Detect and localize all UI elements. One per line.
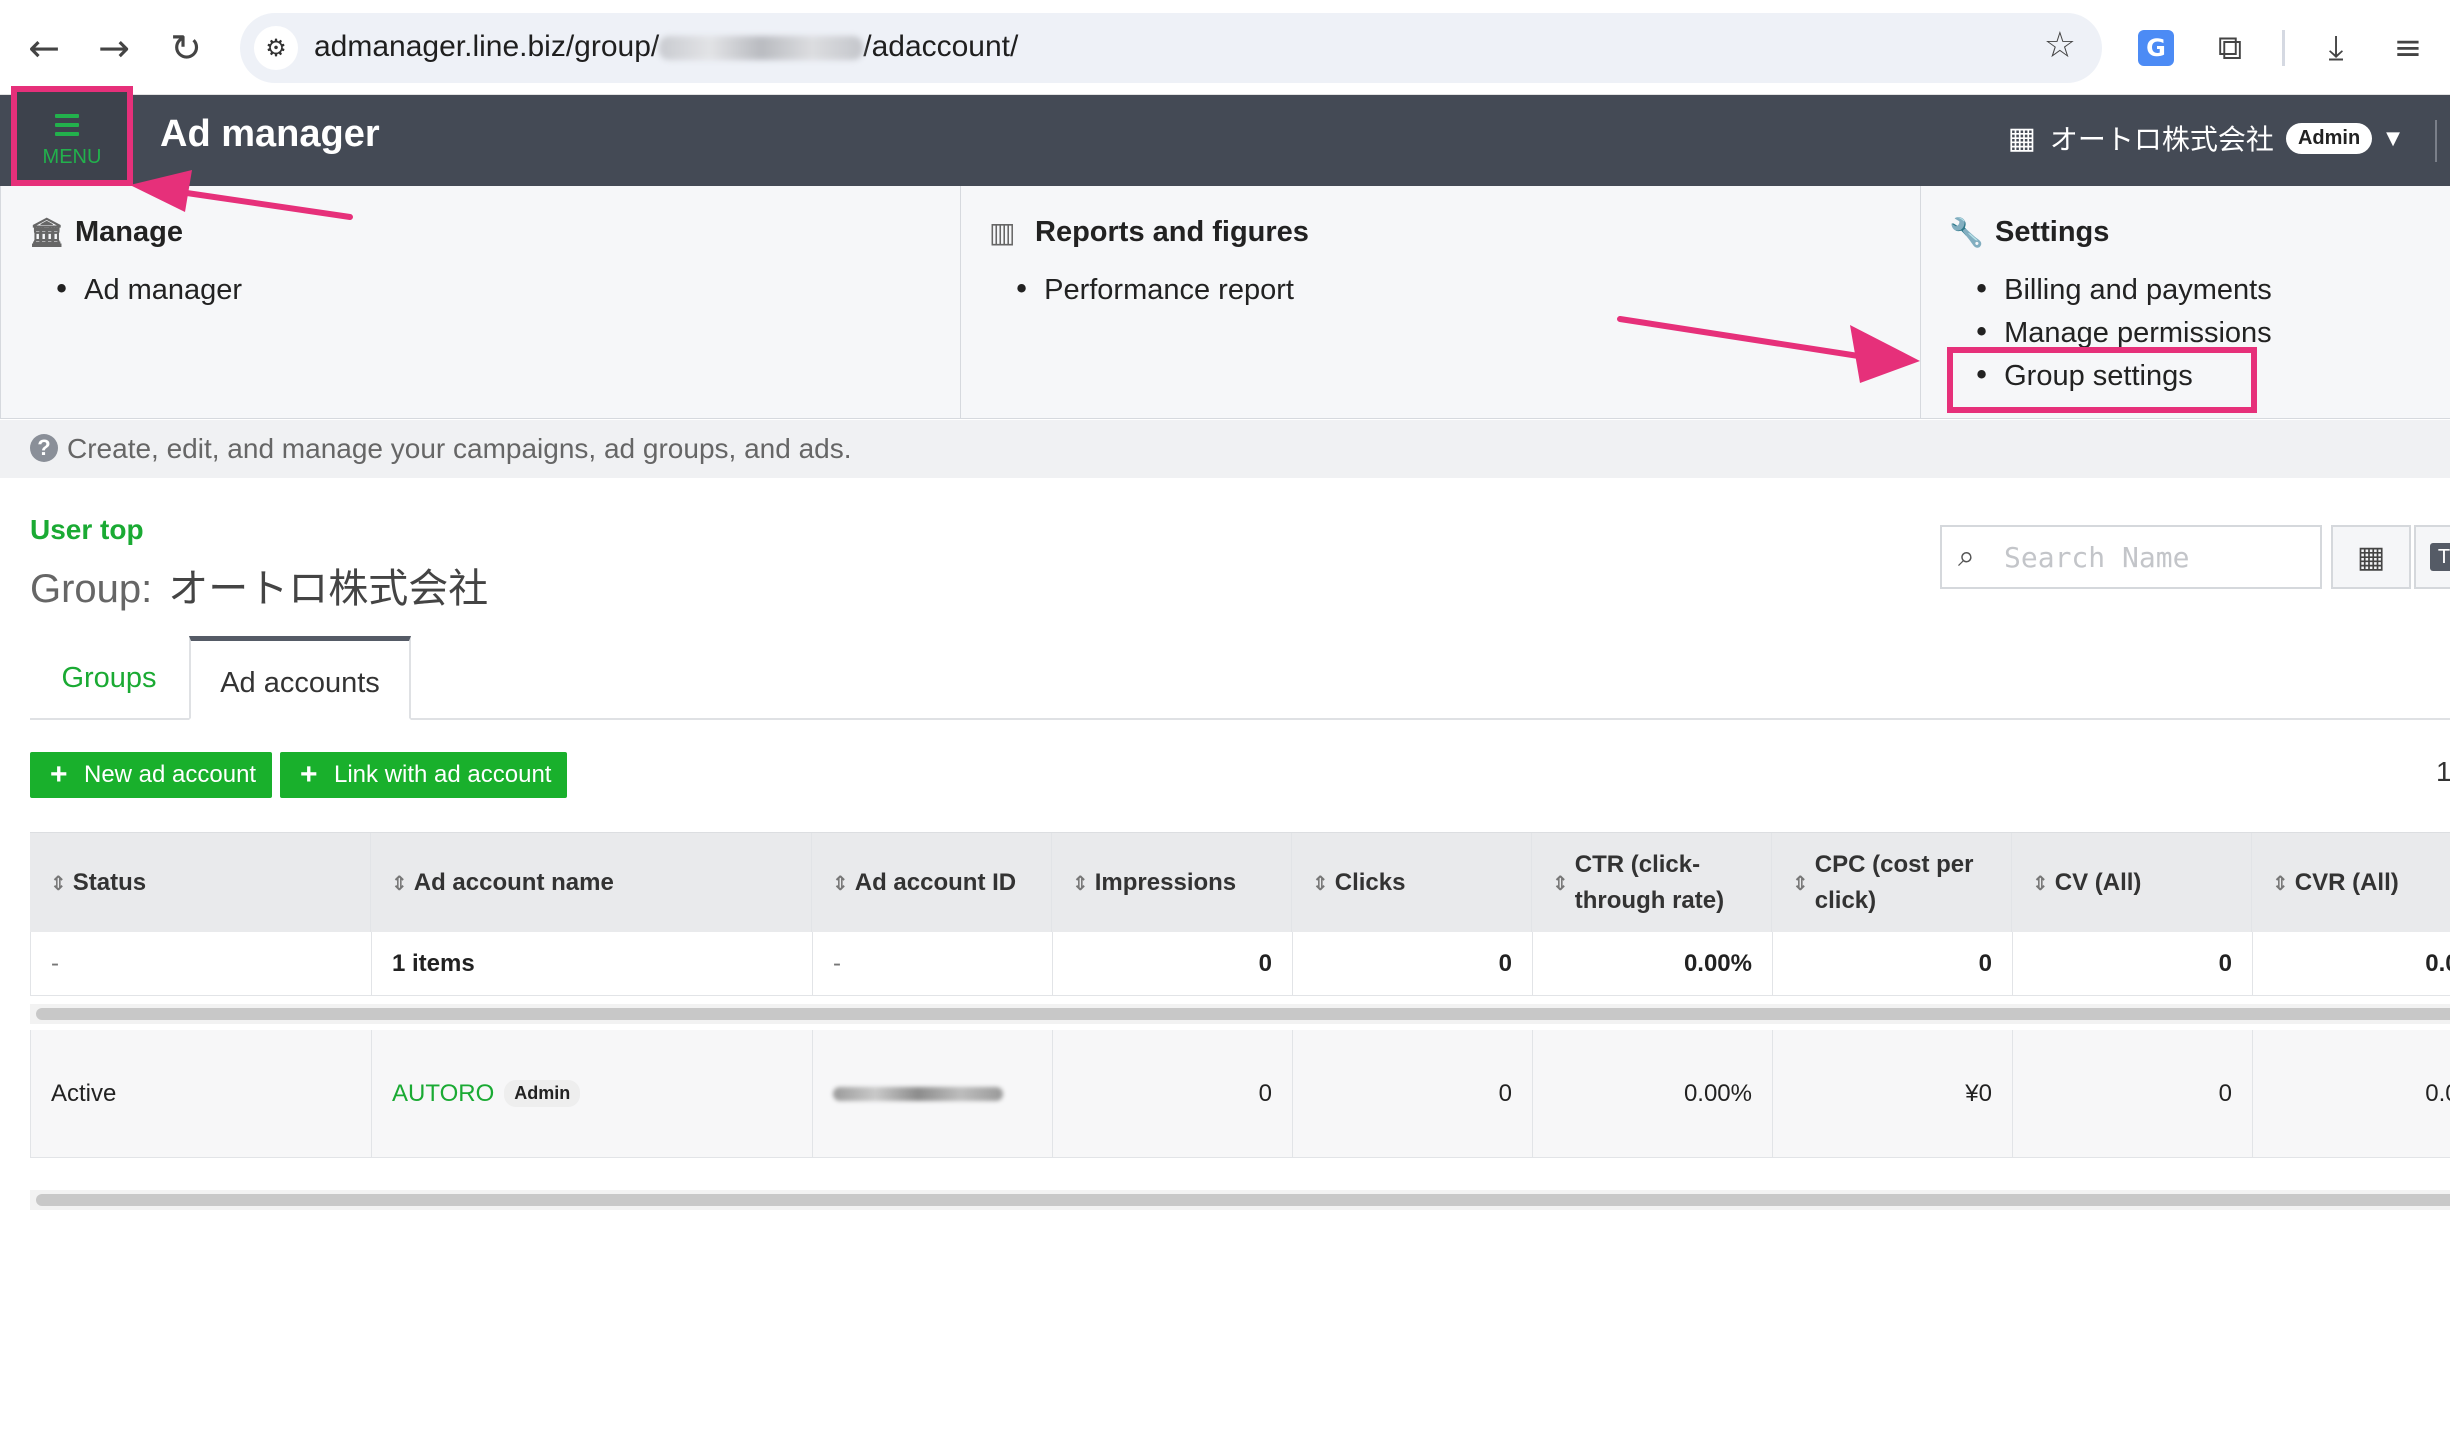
- summary-cvr: 0.00: [2253, 932, 2450, 995]
- group-settings-highlight: [1947, 347, 2257, 413]
- sort-icon: ⇕: [1312, 870, 1329, 895]
- browser-toolbar: ← → ↻ ⚙ admanager.line.biz/group//adacco…: [0, 0, 2450, 95]
- group-label: Group:: [30, 567, 153, 611]
- tab-ad-accounts[interactable]: Ad accounts: [189, 636, 411, 720]
- summary-id: -: [813, 932, 1053, 995]
- sort-icon: ⇕: [1792, 870, 1809, 895]
- wrench-icon: 🔧: [1949, 216, 1984, 249]
- pagination-text: 1: [2436, 756, 2450, 787]
- col-cpc[interactable]: ⇕ CPC (cost per click): [1772, 833, 2012, 932]
- arrow-to-group-settings: [1617, 316, 1920, 383]
- redacted-id: [659, 36, 864, 61]
- row-ctr: 0.00%: [1533, 1030, 1773, 1157]
- col-cvr[interactable]: ⇕ CVR (All): [2252, 833, 2450, 932]
- reload-icon[interactable]: ↻: [160, 22, 212, 74]
- info-bar: ? Create, edit, and manage your campaign…: [0, 420, 2450, 478]
- download-icon[interactable]: ⤓: [2312, 24, 2360, 72]
- summary-ctr: 0.00%: [1533, 932, 1773, 995]
- toolbar-divider: [2282, 30, 2285, 66]
- bank-icon: 🏛: [29, 216, 65, 249]
- extensions-puzzle-icon[interactable]: ⧉: [2206, 24, 2254, 72]
- row-status: Active: [31, 1030, 372, 1157]
- help-icon: ?: [30, 434, 58, 462]
- row-ad-account-id: [813, 1030, 1053, 1157]
- summary-cpc: 0: [1773, 932, 2013, 995]
- menu-heading-reports: ▥ Reports and figures: [989, 216, 1309, 249]
- search-icon: ⌕: [1958, 539, 1975, 574]
- summary-impressions: 0: [1053, 932, 1293, 995]
- menu-label: MENU: [42, 146, 102, 168]
- page-title: Group: オートロ株式会社: [30, 556, 488, 614]
- sort-icon: ⇕: [1072, 870, 1089, 895]
- bar-chart-icon: ▥: [989, 216, 1016, 249]
- reading-list-icon[interactable]: ≡: [2384, 24, 2432, 72]
- sort-icon: ⇕: [391, 870, 408, 895]
- row-impressions: 0: [1053, 1030, 1293, 1157]
- redacted-account-id: [833, 1086, 1003, 1101]
- group-name: オートロ株式会社: [168, 567, 489, 611]
- col-ad-account-id[interactable]: ⇕ Ad account ID: [812, 833, 1052, 932]
- back-icon[interactable]: ←: [18, 22, 70, 74]
- new-ad-account-button[interactable]: + New ad account: [30, 752, 272, 798]
- col-cv[interactable]: ⇕ CV (All): [2012, 833, 2252, 932]
- col-ctr[interactable]: ⇕ CTR (click-through rate): [1532, 833, 1772, 932]
- row-cvr: 0.00: [2253, 1030, 2450, 1157]
- horizontal-scrollbar[interactable]: [30, 1004, 2450, 1024]
- bookmark-star-icon[interactable]: ☆: [2044, 25, 2076, 66]
- calendar-icon[interactable]: ▦: [2331, 525, 2411, 589]
- hamburger-icon: [55, 114, 79, 141]
- caret-down-icon: ▼: [2386, 127, 2400, 149]
- summary-items: 1 items: [372, 932, 813, 995]
- google-translate-icon[interactable]: G: [2138, 30, 2174, 66]
- sort-icon: ⇕: [1552, 870, 1569, 895]
- menu-item-performance-report[interactable]: Performance report: [1013, 268, 1294, 311]
- plus-icon: +: [300, 758, 318, 791]
- table-toggle-button[interactable]: T: [2414, 525, 2450, 589]
- sort-icon: ⇕: [832, 870, 849, 895]
- menu-item-billing[interactable]: Billing and payments: [1973, 268, 2272, 311]
- site-info-icon[interactable]: ⚙: [254, 26, 298, 70]
- url-text[interactable]: admanager.line.biz/group//adaccount/: [314, 30, 1018, 64]
- t-icon: T: [2430, 543, 2450, 571]
- search-field[interactable]: ⌕: [1940, 525, 2322, 589]
- summary-clicks: 0: [1293, 932, 1533, 995]
- table-row: Active AUTORO Admin 0 0 0.00% ¥0 0 0.00: [30, 1030, 2450, 1158]
- search-input[interactable]: [2004, 537, 2304, 577]
- sort-icon: ⇕: [2272, 870, 2289, 895]
- summary-cv: 0: [2013, 932, 2253, 995]
- forward-icon[interactable]: →: [88, 22, 140, 74]
- table-header: ⇕ Status ⇕ Ad account name ⇕ Ad account ID …: [30, 832, 2450, 932]
- building-icon: ▦: [2007, 120, 2036, 156]
- arrow-to-menu: [130, 170, 353, 220]
- app-title: Ad manager: [160, 113, 380, 155]
- row-clicks: 0: [1293, 1030, 1533, 1157]
- plus-icon: +: [50, 758, 68, 791]
- company-name: オートロ株式会社: [2049, 124, 2274, 155]
- breadcrumb-user-top[interactable]: User top: [30, 514, 144, 546]
- ad-account-link[interactable]: AUTORO: [392, 1080, 494, 1108]
- tab-groups[interactable]: Groups: [30, 636, 188, 720]
- col-ad-account-name[interactable]: ⇕ Ad account name: [371, 833, 812, 932]
- menu-button[interactable]: MENU: [11, 86, 133, 186]
- account-switcher[interactable]: ▦ オートロ株式会社 Admin ▼: [2008, 118, 2400, 158]
- col-status[interactable]: ⇕ Status: [30, 833, 371, 932]
- summary-row: - 1 items - 0 0 0.00% 0 0 0.00: [30, 932, 2450, 996]
- link-ad-account-button[interactable]: + Link with ad account: [280, 752, 567, 798]
- row-cv: 0: [2013, 1030, 2253, 1157]
- sort-icon: ⇕: [2032, 870, 2049, 895]
- summary-status: -: [31, 932, 372, 995]
- col-impressions[interactable]: ⇕ Impressions: [1052, 833, 1292, 932]
- horizontal-scrollbar-bottom[interactable]: [30, 1190, 2450, 1210]
- menu-heading-settings: 🔧 Settings: [1949, 216, 2110, 249]
- address-bar[interactable]: ⚙ admanager.line.biz/group//adaccount/ ☆: [240, 13, 2102, 83]
- sort-icon: ⇕: [50, 870, 67, 895]
- header-divider: [2435, 120, 2437, 162]
- row-name-cell: AUTORO Admin: [372, 1030, 813, 1157]
- role-badge: Admin: [2285, 122, 2373, 154]
- row-role-badge: Admin: [504, 1080, 581, 1107]
- menu-item-ad-manager[interactable]: Ad manager: [53, 268, 242, 311]
- info-text: Create, edit, and manage your campaigns,…: [67, 433, 852, 464]
- col-clicks[interactable]: ⇕ Clicks: [1292, 833, 1532, 932]
- row-cpc: ¥0: [1773, 1030, 2013, 1157]
